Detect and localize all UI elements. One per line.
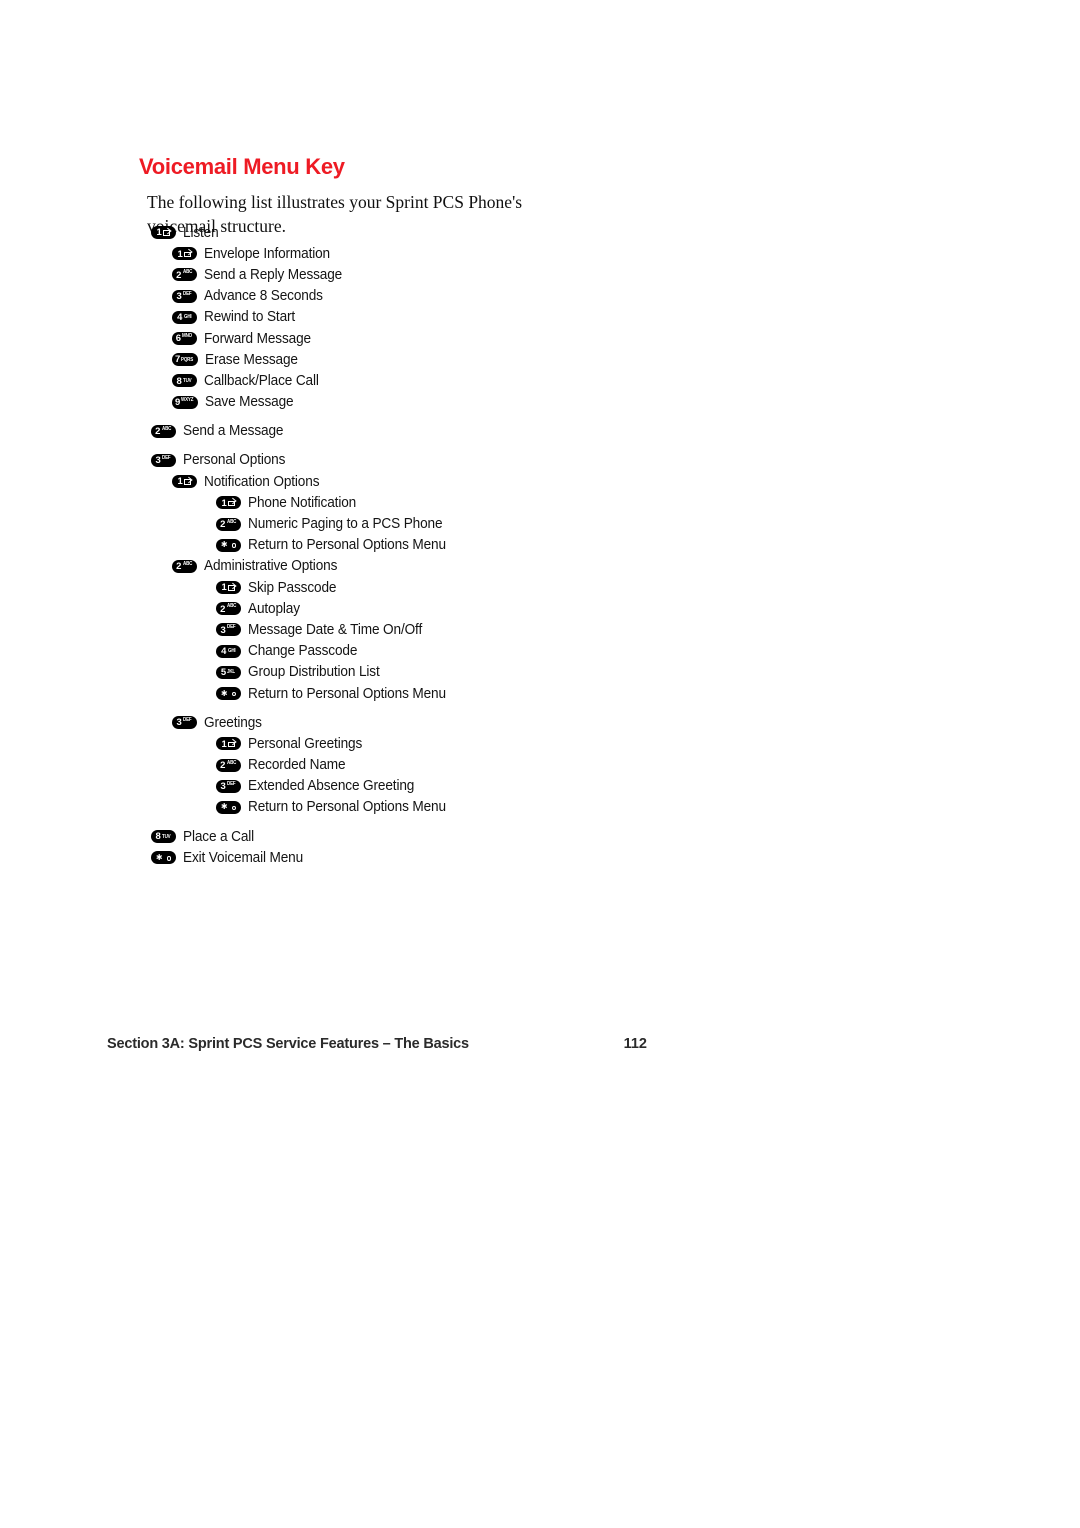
key-9-icon: 9 WXYZ (172, 395, 199, 409)
voicemail-menu-tree: 1 Listen 1 Envelope Information 2 ABC Send a R… (0, 222, 1080, 868)
menu-item-label: Rewind to Start (204, 309, 296, 326)
key-star-icon: ✱ (151, 851, 176, 865)
key-star-icon: ✱ (216, 538, 241, 552)
key-5-icon: 5 JKL (216, 665, 241, 679)
menu-item: 2 ABC Administrative Options (0, 556, 1080, 577)
menu-item-label: Erase Message (204, 351, 298, 368)
key-4-icon: 4 GHI (172, 310, 197, 324)
menu-item: 1 Notification Options (0, 471, 1080, 492)
menu-item: 6 MNO Forward Message (0, 328, 1080, 349)
menu-item-label: Notification Options (204, 473, 320, 490)
menu-item: ✱ Return to Personal Options Menu (0, 535, 1080, 556)
menu-item: 9 WXYZ Save Message (0, 392, 1080, 413)
menu-item-label: Extended Absence Greeting (248, 778, 415, 795)
key-2-icon: 2 ABC (216, 758, 241, 772)
key-7-icon: 7 PQRS (172, 353, 198, 367)
key-1-icon: 1 (151, 226, 176, 240)
key-3-icon: 3 DEF (151, 453, 176, 467)
footer-page-number: 112 (623, 1036, 647, 1052)
menu-item-label: Personal Options (183, 452, 286, 469)
menu-item: 3 DEF Greetings (0, 712, 1080, 733)
menu-item-label: Return to Personal Options Menu (248, 685, 446, 702)
menu-item: 8 TUV Callback/Place Call (0, 370, 1080, 391)
menu-item: 1 Personal Greetings (0, 733, 1080, 754)
footer-section-title: Section 3A: Sprint PCS Service Features … (107, 1036, 469, 1052)
document-page: Voicemail Menu Key The following list il… (0, 0, 1080, 1528)
key-2-icon: 2 ABC (172, 559, 197, 573)
menu-item: 1 Phone Notification (0, 492, 1080, 513)
menu-item-label: Advance 8 Seconds (204, 288, 323, 305)
menu-item-label: Numeric Paging to a PCS Phone (248, 516, 443, 533)
menu-item: 3 DEF Message Date & Time On/Off (0, 619, 1080, 640)
menu-item: 1 Skip Passcode (0, 577, 1080, 598)
menu-item: ✱ Return to Personal Options Menu (0, 683, 1080, 704)
menu-item: 3 DEF Extended Absence Greeting (0, 776, 1080, 797)
menu-item-label: Send a Message (183, 423, 284, 440)
menu-item-label: Recorded Name (248, 757, 346, 774)
menu-item-label: Listen (183, 224, 219, 241)
key-6-icon: 6 MNO (172, 332, 197, 346)
key-1-icon: 1 (172, 247, 197, 261)
menu-item: 2 ABC Send a Message (0, 421, 1080, 442)
menu-item: 3 DEF Personal Options (0, 450, 1080, 471)
key-3-icon: 3 DEF (216, 623, 241, 637)
key-2-icon: 2 ABC (151, 424, 176, 438)
key-1-icon: 1 (216, 737, 241, 751)
key-2-icon: 2 ABC (216, 517, 241, 531)
menu-item-label: Callback/Place Call (204, 372, 319, 389)
menu-item: 2 ABC Send a Reply Message (0, 264, 1080, 285)
menu-item: 5 JKL Group Distribution List (0, 662, 1080, 683)
menu-item: 2 ABC Recorded Name (0, 755, 1080, 776)
page-title: Voicemail Menu Key (139, 153, 345, 179)
menu-item-label: Place a Call (183, 828, 255, 845)
menu-item-label: Send a Reply Message (204, 266, 343, 283)
menu-item-label: Skip Passcode (248, 579, 337, 596)
menu-item-label: Greetings (204, 714, 262, 731)
key-2-icon: 2 ABC (216, 602, 241, 616)
key-3-icon: 3 DEF (172, 289, 197, 303)
key-1-icon: 1 (216, 496, 241, 510)
menu-item-label: Change Passcode (248, 643, 358, 660)
key-8-icon: 8 TUV (172, 374, 197, 388)
key-3-icon: 3 DEF (172, 716, 197, 730)
key-4-icon: 4 GHI (216, 644, 241, 658)
menu-item-label: Phone Notification (248, 494, 357, 511)
menu-item: 2 ABC Autoplay (0, 598, 1080, 619)
menu-item: 3 DEF Advance 8 Seconds (0, 286, 1080, 307)
menu-item: 4 GHI Change Passcode (0, 641, 1080, 662)
menu-item: 1 Listen (0, 222, 1080, 243)
menu-item-label: Return to Personal Options Menu (248, 537, 446, 554)
menu-item-label: Personal Greetings (248, 735, 363, 752)
key-star-icon: ✱ (216, 687, 241, 701)
menu-item: 7 PQRS Erase Message (0, 349, 1080, 370)
key-2-icon: 2 ABC (172, 268, 197, 282)
key-star-icon: ✱ (216, 800, 241, 814)
menu-item-label: Save Message (205, 394, 294, 411)
menu-item-label: Administrative Options (204, 558, 338, 575)
menu-item: 4 GHI Rewind to Start (0, 307, 1080, 328)
menu-item-label: Forward Message (204, 330, 311, 347)
menu-item: ✱ Return to Personal Options Menu (0, 797, 1080, 818)
menu-item: 1 Envelope Information (0, 243, 1080, 264)
menu-item-label: Autoplay (248, 600, 300, 617)
page-footer: Section 3A: Sprint PCS Service Features … (107, 1036, 647, 1052)
key-1-icon: 1 (216, 581, 241, 595)
menu-item-label: Group Distribution List (248, 664, 380, 681)
menu-item-label: Message Date & Time On/Off (248, 621, 423, 638)
menu-item-label: Envelope Information (204, 245, 330, 262)
menu-item: 8 TUV Place a Call (0, 826, 1080, 847)
menu-item: 2 ABC Numeric Paging to a PCS Phone (0, 513, 1080, 534)
key-1-icon: 1 (172, 475, 197, 489)
menu-item-label: Return to Personal Options Menu (248, 799, 446, 816)
key-8-icon: 8 TUV (151, 830, 176, 844)
menu-item: ✱ Exit Voicemail Menu (0, 847, 1080, 868)
key-3-icon: 3 DEF (216, 779, 241, 793)
menu-item-label: Exit Voicemail Menu (183, 849, 304, 866)
